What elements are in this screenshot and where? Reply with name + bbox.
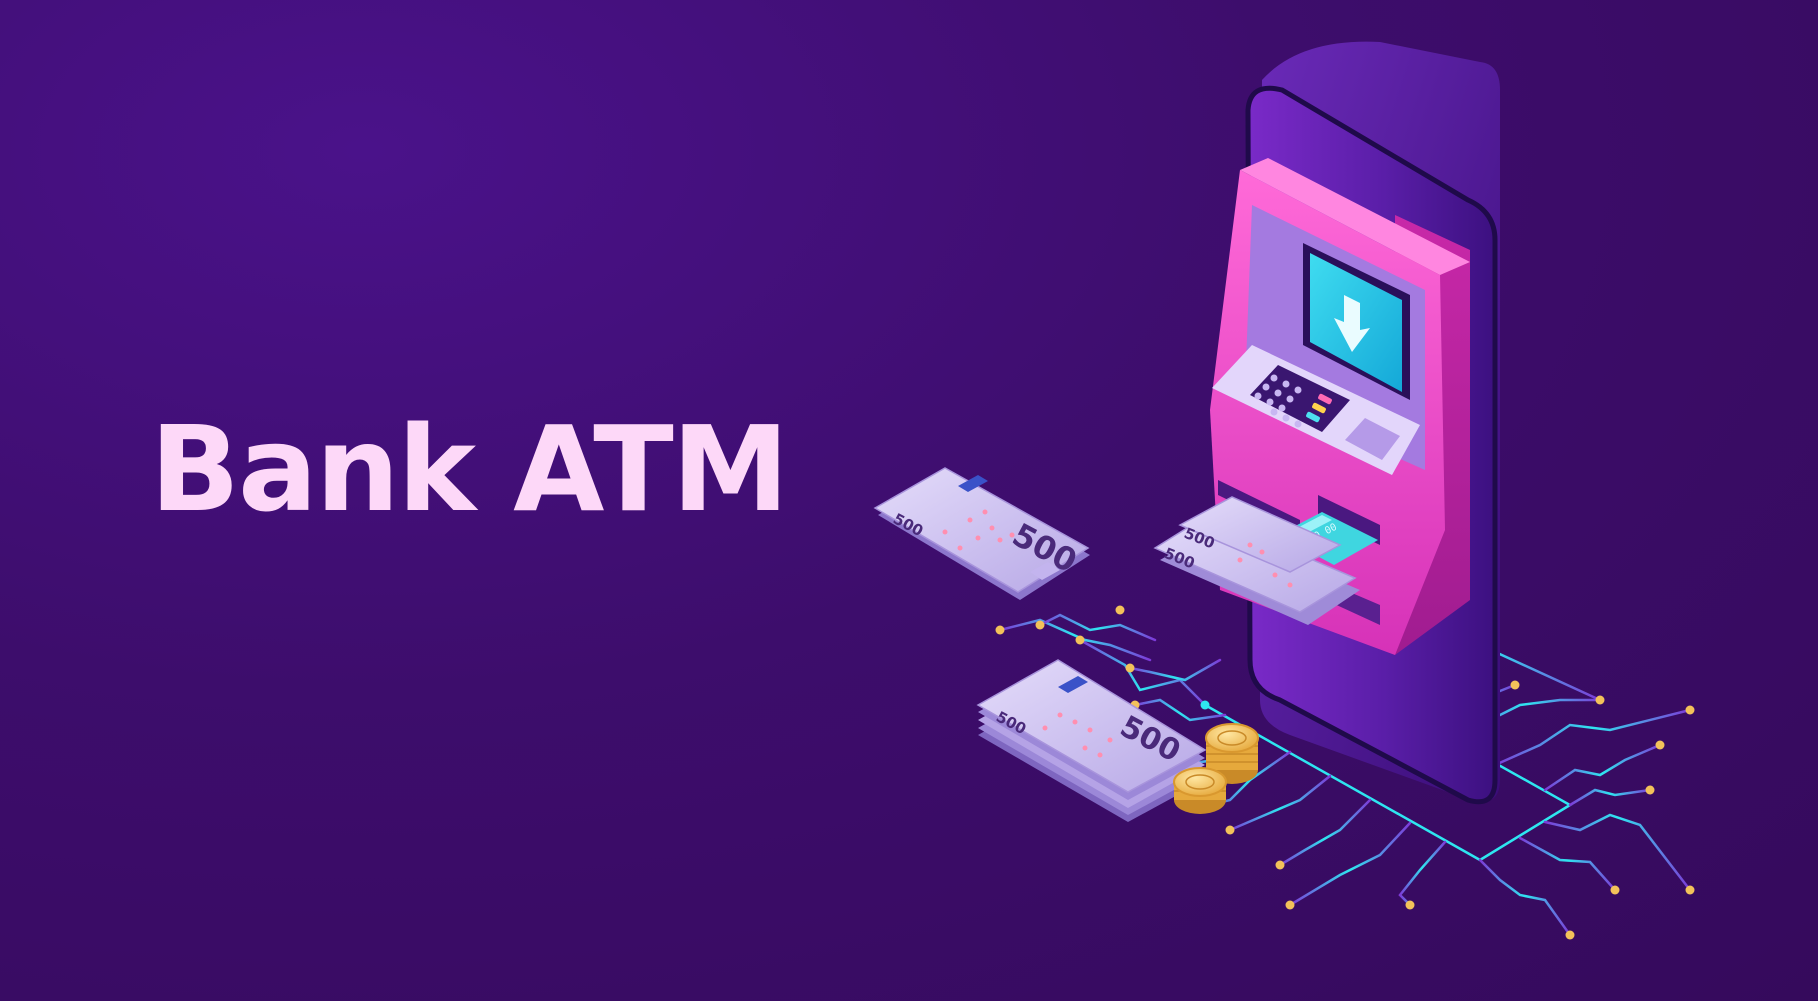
circuit-trace: [1278, 798, 1372, 867]
circuit-trace: [1543, 813, 1692, 892]
circuit-trace: [1493, 708, 1692, 767]
circuit-trace: [1288, 821, 1412, 907]
atm-illustration: 0000 00 500 500 500 500: [873, 41, 1695, 940]
circuit-trace: [1478, 858, 1572, 937]
circuit-trace: [1543, 743, 1662, 792]
circuit-trace: [1568, 788, 1652, 807]
circuit-trace: [1398, 840, 1447, 907]
circuit-trace: [1128, 658, 1222, 682]
circuit-trace: [998, 618, 1152, 662]
banner: Bank ATM 500 500 500 500 500 500: [0, 0, 1818, 1001]
coin-stack: [1173, 767, 1227, 814]
loose-banknote: 500 500: [873, 467, 1090, 600]
circuit-trace: [1518, 836, 1617, 892]
banknote-stack: 500 500: [976, 659, 1207, 822]
